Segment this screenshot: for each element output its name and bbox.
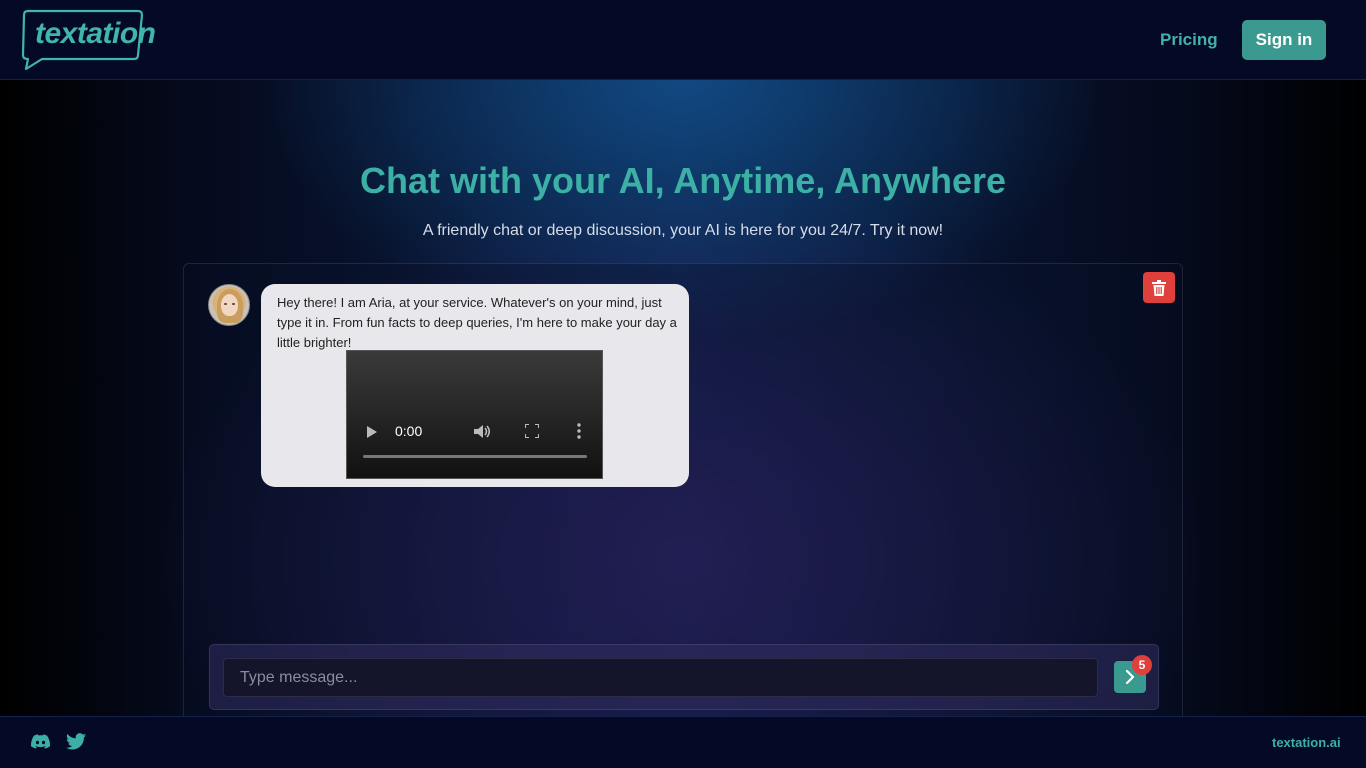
footer-domain-link[interactable]: textation.ai <box>1272 735 1341 750</box>
chat-panel: Hey there! I am Aria, at your service. W… <box>183 263 1183 733</box>
pricing-link[interactable]: Pricing <box>1160 30 1218 50</box>
video-time: 0:00 <box>395 423 423 439</box>
discord-icon[interactable] <box>31 734 50 749</box>
trash-icon <box>1152 279 1166 296</box>
video-progress-bar[interactable] <box>363 455 587 458</box>
message-text: Hey there! I am Aria, at your service. W… <box>277 295 677 350</box>
video-player[interactable]: 0:00 <box>346 350 603 479</box>
assistant-message-bubble: Hey there! I am Aria, at your service. W… <box>261 284 689 487</box>
logo[interactable]: textation <box>20 9 156 71</box>
play-icon[interactable] <box>367 426 377 438</box>
page-title: Chat with your AI, Anytime, Anywhere <box>359 160 1007 201</box>
message-input[interactable] <box>223 658 1098 697</box>
volume-icon[interactable] <box>474 424 492 439</box>
chevron-right-icon <box>1125 670 1135 684</box>
message-composer: 5 <box>209 644 1159 710</box>
page-subtitle: A friendly chat or deep discussion, your… <box>422 222 944 239</box>
header: textation Pricing Sign in <box>0 0 1366 80</box>
twitter-icon[interactable] <box>66 733 86 750</box>
fullscreen-icon[interactable] <box>525 424 539 438</box>
clear-chat-button[interactable] <box>1143 272 1175 303</box>
logo-text: textation <box>35 17 156 50</box>
sign-in-button[interactable]: Sign in <box>1242 20 1326 60</box>
more-options-icon[interactable] <box>577 423 581 439</box>
footer: textation.ai <box>0 716 1366 768</box>
assistant-avatar <box>208 284 250 326</box>
message-count-badge: 5 <box>1132 655 1152 675</box>
